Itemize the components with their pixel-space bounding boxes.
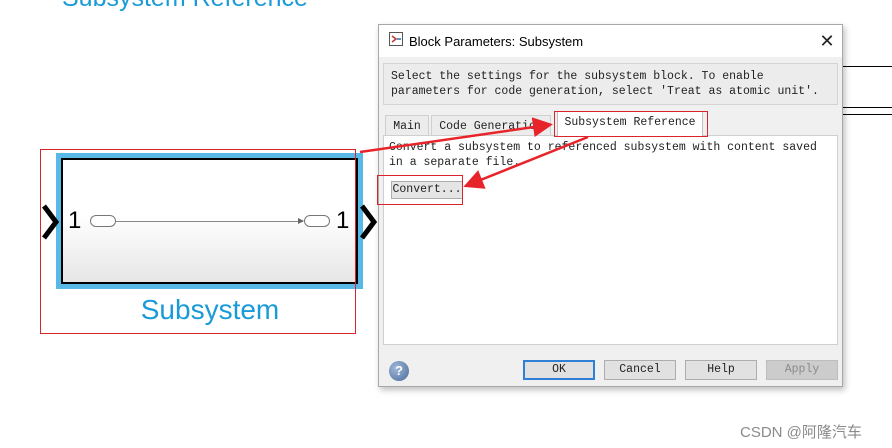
arrow-to-tab (359, 117, 553, 154)
annotation-arrows (359, 117, 589, 189)
watermark: CSDN @阿隆汽车 (740, 424, 862, 441)
arrow-to-convert (463, 135, 589, 189)
